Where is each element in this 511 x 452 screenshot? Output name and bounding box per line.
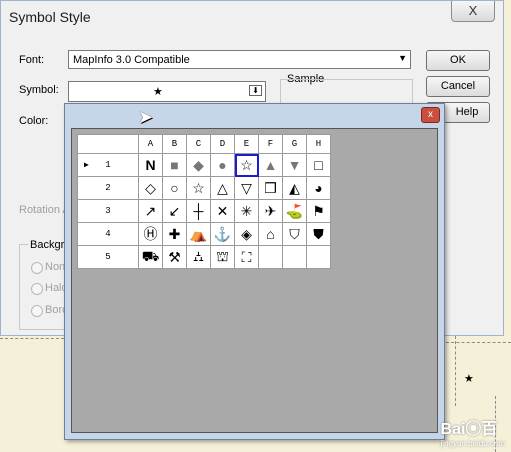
table-row: ▶ 1 N ■ ◆ ● ☆ ▲ ▼ □ (77, 153, 331, 177)
symbol-cell[interactable]: ▽ (234, 176, 259, 200)
column-header: F (258, 134, 283, 154)
chevron-down-icon[interactable]: ▼ (398, 53, 407, 63)
column-header: B (162, 134, 187, 154)
symbol-cell[interactable]: ⚓ (210, 222, 235, 246)
column-header: E (234, 134, 259, 154)
cancel-button[interactable]: Cancel (426, 76, 490, 97)
symbol-cell[interactable]: ▲ (258, 153, 283, 177)
dropdown-arrow-icon[interactable]: ⬇ (249, 85, 262, 96)
symbol-cell[interactable]: ⛼ (186, 245, 211, 269)
row-header: ▶ 1 (77, 153, 139, 177)
font-label: Font: (19, 54, 45, 66)
symbol-cell[interactable]: N (138, 153, 163, 177)
symbol-cell[interactable]: ❒ (258, 176, 283, 200)
table-row: 2 ◇ ○ ☆ △ ▽ ❒ ◭ ◕ (77, 176, 331, 200)
font-value: MapInfo 3.0 Compatible (73, 54, 190, 66)
symbol-cell[interactable]: ⚑ (306, 199, 331, 223)
symbol-cell[interactable]: ☆ (186, 176, 211, 200)
row-header: 4 (77, 222, 139, 246)
column-header: A (138, 134, 163, 154)
map-road-line (455, 336, 456, 406)
row-header: 3 (77, 199, 139, 223)
radio-border[interactable] (31, 305, 43, 317)
map-star-marker[interactable]: ★ (464, 372, 474, 385)
symbol-cell-selected[interactable]: ☆ (234, 153, 259, 177)
watermark-url: jingyan.baidu.com (440, 439, 505, 448)
column-header: C (186, 134, 211, 154)
map-road-line (0, 338, 64, 339)
dialog-close-button[interactable]: X (451, 1, 495, 22)
symbol-cell[interactable]: ⛫ (210, 245, 235, 269)
ok-button[interactable]: OK (426, 50, 490, 71)
mouse-pointer-icon: ➤ (138, 107, 154, 127)
symbol-cell-empty[interactable] (258, 245, 283, 269)
row-header: 2 (77, 176, 139, 200)
popup-close-button[interactable]: x (421, 107, 440, 123)
symbol-cell[interactable]: △ (210, 176, 235, 200)
symbol-cell[interactable]: ▼ (282, 153, 307, 177)
symbol-cell[interactable]: ⛺ (186, 222, 211, 246)
symbol-label: Symbol: (19, 84, 59, 96)
table-row: 3 ↗ ↙ ┼ ✕ ✳ ✈ ⛳ ⚑ (77, 199, 331, 223)
column-header: G (282, 134, 307, 154)
symbol-picker-popup: x A B C D E F G H ▶ 1 N ■ ◆ ● ☆ ▲ ▼ □ 2 … (64, 103, 445, 440)
color-label: Color: (19, 115, 49, 127)
rotation-label: Rotation A (19, 204, 70, 216)
radio-halo[interactable] (31, 283, 43, 295)
symbol-table: A B C D E F G H ▶ 1 N ■ ◆ ● ☆ ▲ ▼ □ 2 ◇ … (77, 134, 331, 269)
symbol-cell[interactable]: □ (306, 153, 331, 177)
watermark-brand: Bai⦿百 (440, 421, 498, 438)
symbol-cell[interactable]: ⛉ (282, 222, 307, 246)
symbol-cell[interactable]: ◇ (138, 176, 163, 200)
symbol-cell[interactable]: ⚒ (162, 245, 187, 269)
symbol-cell[interactable]: ○ (162, 176, 187, 200)
symbol-grid-area: A B C D E F G H ▶ 1 N ■ ◆ ● ☆ ▲ ▼ □ 2 ◇ … (71, 128, 438, 433)
column-header: D (210, 134, 235, 154)
symbol-cell[interactable]: ⛶ (234, 245, 259, 269)
symbol-cell[interactable]: ⛊ (306, 222, 331, 246)
symbol-cell[interactable]: ✚ (162, 222, 187, 246)
row-header: 5 (77, 245, 139, 269)
symbol-cell[interactable]: ⌂ (258, 222, 283, 246)
symbol-cell[interactable]: ● (210, 153, 235, 177)
font-dropdown[interactable]: MapInfo 3.0 Compatible ▼ (68, 50, 411, 69)
table-row: 5 ⛟ ⚒ ⛼ ⛫ ⛶ (77, 245, 331, 269)
sample-box (280, 79, 413, 105)
symbol-value: ★ (153, 86, 163, 98)
symbol-cell[interactable]: ↗ (138, 199, 163, 223)
symbol-cell[interactable]: ✕ (210, 199, 235, 223)
symbol-cell[interactable]: ✈ (258, 199, 283, 223)
symbol-cell-empty[interactable] (282, 245, 307, 269)
table-row: 4 Ⓗ ✚ ⛺ ⚓ ◈ ⌂ ⛉ ⛊ (77, 222, 331, 246)
symbol-cell[interactable]: ■ (162, 153, 187, 177)
watermark: Bai⦿百 jingyan.baidu.com (441, 415, 505, 448)
symbol-cell[interactable]: ✳ (234, 199, 259, 223)
symbol-cell[interactable]: ◈ (234, 222, 259, 246)
current-row-marker-icon: ▶ (84, 161, 89, 170)
symbol-cell-empty[interactable] (306, 245, 331, 269)
symbol-cell[interactable]: ⛟ (138, 245, 163, 269)
symbol-cell[interactable]: ⛳ (282, 199, 307, 223)
column-header: H (306, 134, 331, 154)
symbol-dropdown[interactable]: ★ ⬇ (68, 81, 266, 102)
dialog-title: Symbol Style (9, 9, 91, 25)
symbol-cell[interactable]: ◆ (186, 153, 211, 177)
symbol-cell[interactable]: Ⓗ (138, 222, 163, 246)
radio-none[interactable] (31, 262, 43, 274)
symbol-cell[interactable]: ↙ (162, 199, 187, 223)
symbol-cell[interactable]: ◕ (306, 176, 331, 200)
symbol-cell[interactable]: ┼ (186, 199, 211, 223)
table-corner (77, 134, 139, 154)
symbol-cell[interactable]: ◭ (282, 176, 307, 200)
